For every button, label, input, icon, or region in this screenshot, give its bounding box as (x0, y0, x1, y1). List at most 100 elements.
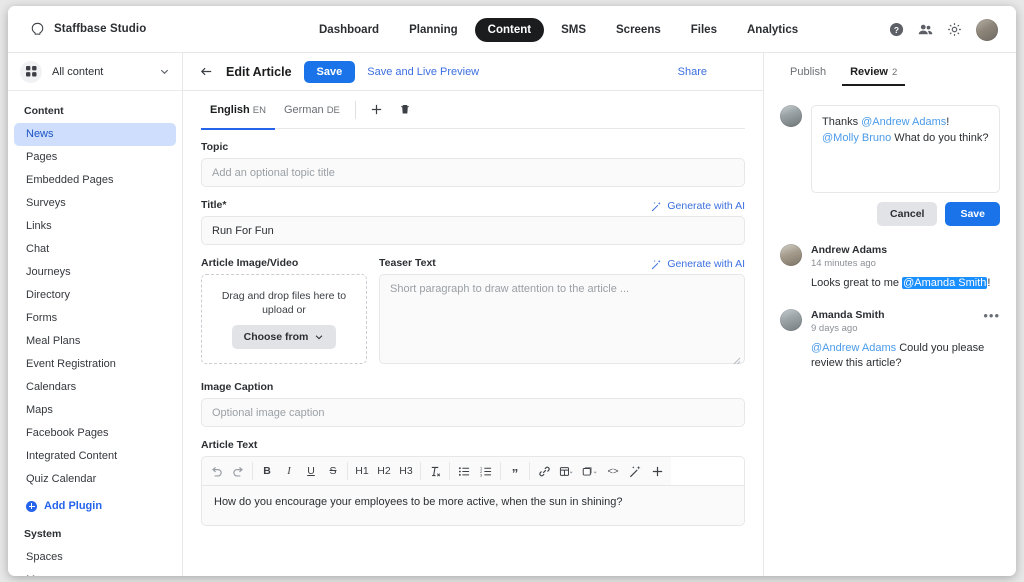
tab-review-count: 2 (892, 67, 897, 78)
nav-planning[interactable]: Planning (396, 18, 471, 42)
numbered-list-icon[interactable]: 123 (475, 459, 497, 483)
mention-andrew-adams[interactable]: @Andrew Adams (811, 342, 896, 354)
sidebar-item-links[interactable]: Links (14, 215, 176, 238)
comment-save-button[interactable]: Save (945, 202, 1000, 226)
history-group (205, 459, 249, 483)
nav-analytics[interactable]: Analytics (734, 18, 811, 42)
sidebar-scroll[interactable]: Content News Pages Embedded Pages Survey… (8, 91, 182, 576)
title-input[interactable] (201, 216, 745, 245)
plus-icon[interactable] (362, 103, 391, 116)
tab-language-german[interactable]: GermanDE (275, 91, 349, 129)
comment-timestamp: 14 minutes ago (811, 258, 1000, 269)
code-icon[interactable]: <> (602, 459, 624, 483)
tab-publish[interactable]: Publish (780, 53, 836, 91)
tab-review[interactable]: Review2 (840, 53, 907, 91)
sidebar-item-menu[interactable]: Menu (14, 569, 176, 576)
top-right-actions: ? (889, 6, 998, 53)
sidebar-item-pages[interactable]: Pages (14, 146, 176, 169)
review-panel-tabs: Publish Review2 (780, 53, 1000, 91)
language-name-de: German (284, 104, 324, 116)
heading-3-icon[interactable]: H3 (395, 459, 417, 483)
people-icon[interactable] (918, 22, 933, 37)
clear-format-icon[interactable] (424, 459, 446, 483)
sidebar-item-spaces[interactable]: Spaces (14, 546, 176, 569)
mention-amanda-smith[interactable]: @Amanda Smith (902, 277, 987, 289)
more-options-icon[interactable]: ••• (983, 311, 1000, 321)
nav-content[interactable]: Content (475, 18, 544, 42)
mention-andrew-adams[interactable]: @Andrew Adams (861, 116, 946, 128)
sidebar-item-event-registration[interactable]: Event Registration (14, 353, 176, 376)
sidebar-item-chat[interactable]: Chat (14, 238, 176, 261)
article-form: EnglishEN GermanDE Topic (183, 91, 763, 576)
nav-dashboard[interactable]: Dashboard (306, 18, 392, 42)
redo-icon[interactable] (227, 459, 249, 483)
plus-icon[interactable] (646, 459, 668, 483)
bullet-list-icon[interactable] (453, 459, 475, 483)
brand[interactable]: Staffbase Studio (8, 22, 146, 37)
underline-icon[interactable]: U (300, 459, 322, 483)
teaser-textarea[interactable] (379, 274, 745, 364)
choose-from-button[interactable]: Choose from (232, 325, 337, 349)
quote-icon[interactable]: ” (504, 459, 526, 483)
sidebar-item-journeys[interactable]: Journeys (14, 261, 176, 284)
sidebar-item-embedded-pages[interactable]: Embedded Pages (14, 169, 176, 192)
back-arrow-icon[interactable] (199, 64, 214, 79)
composer-text-3: What do you think? (891, 132, 988, 144)
mention-molly-bruno[interactable]: @Molly Bruno (822, 132, 891, 144)
generate-with-ai-title[interactable]: Generate with AI (651, 200, 745, 212)
grid-icon (20, 61, 42, 83)
sidebar-item-integrated-content[interactable]: Integrated Content (14, 445, 176, 468)
topic-input[interactable] (201, 158, 745, 187)
media-icon[interactable] (578, 459, 602, 483)
title-label: Title* (201, 199, 226, 211)
nav-screens[interactable]: Screens (603, 18, 674, 42)
sidebar-item-quiz-calendar[interactable]: Quiz Calendar (14, 468, 176, 491)
divider (347, 462, 348, 480)
add-plugin-button[interactable]: Add Plugin (8, 491, 182, 518)
generate-with-ai-teaser[interactable]: Generate with AI (651, 258, 745, 270)
sidebar-item-calendars[interactable]: Calendars (14, 376, 176, 399)
sidebar-item-news[interactable]: News (14, 123, 176, 146)
content-selector[interactable]: All content (8, 53, 182, 91)
undo-icon[interactable] (205, 459, 227, 483)
sidebar-item-maps[interactable]: Maps (14, 399, 176, 422)
trash-icon[interactable] (391, 103, 419, 116)
heading-1-icon[interactable]: H1 (351, 459, 373, 483)
sidebar-item-directory[interactable]: Directory (14, 284, 176, 307)
article-text-body[interactable]: How do you encourage your employees to b… (201, 486, 745, 526)
share-link[interactable]: Share (678, 66, 747, 78)
save-and-live-preview-link[interactable]: Save and Live Preview (367, 66, 479, 78)
comment-text-part-2: ! (987, 277, 990, 289)
language-code-en: EN (253, 105, 266, 116)
divider (420, 462, 421, 480)
bold-icon[interactable]: B (256, 459, 278, 483)
save-button[interactable]: Save (304, 61, 356, 83)
help-icon[interactable]: ? (889, 22, 904, 37)
magic-wand-icon (651, 201, 662, 212)
heading-2-icon[interactable]: H2 (373, 459, 395, 483)
sidebar: All content Content News Pages Embedded … (8, 53, 183, 576)
sidebar-item-forms[interactable]: Forms (14, 307, 176, 330)
table-icon[interactable] (555, 459, 578, 483)
divider (355, 101, 356, 119)
sidebar-item-facebook-pages[interactable]: Facebook Pages (14, 422, 176, 445)
nav-sms[interactable]: SMS (548, 18, 599, 42)
cancel-button[interactable]: Cancel (877, 202, 937, 226)
language-name-en: English (210, 104, 250, 116)
comment-input[interactable]: Thanks @Andrew Adams! @Molly Bruno What … (811, 105, 1000, 193)
dropzone-text: Drag and drop files here to upload or (202, 289, 366, 317)
user-avatar[interactable] (976, 19, 998, 41)
nav-files[interactable]: Files (678, 18, 730, 42)
tab-language-english[interactable]: EnglishEN (201, 91, 275, 129)
gear-icon[interactable] (947, 22, 962, 37)
italic-icon[interactable]: I (278, 459, 300, 483)
image-caption-input[interactable] (201, 398, 745, 427)
file-dropzone[interactable]: Drag and drop files here to upload or Ch… (201, 274, 367, 364)
magic-wand-icon[interactable] (624, 459, 646, 483)
brand-name: Staffbase Studio (54, 23, 146, 35)
link-icon[interactable] (533, 459, 555, 483)
sidebar-item-meal-plans[interactable]: Meal Plans (14, 330, 176, 353)
strikethrough-icon[interactable]: S (322, 459, 344, 483)
sidebar-item-surveys[interactable]: Surveys (14, 192, 176, 215)
rich-text-toolbar: B I U S H1 H2 H3 (201, 456, 745, 486)
